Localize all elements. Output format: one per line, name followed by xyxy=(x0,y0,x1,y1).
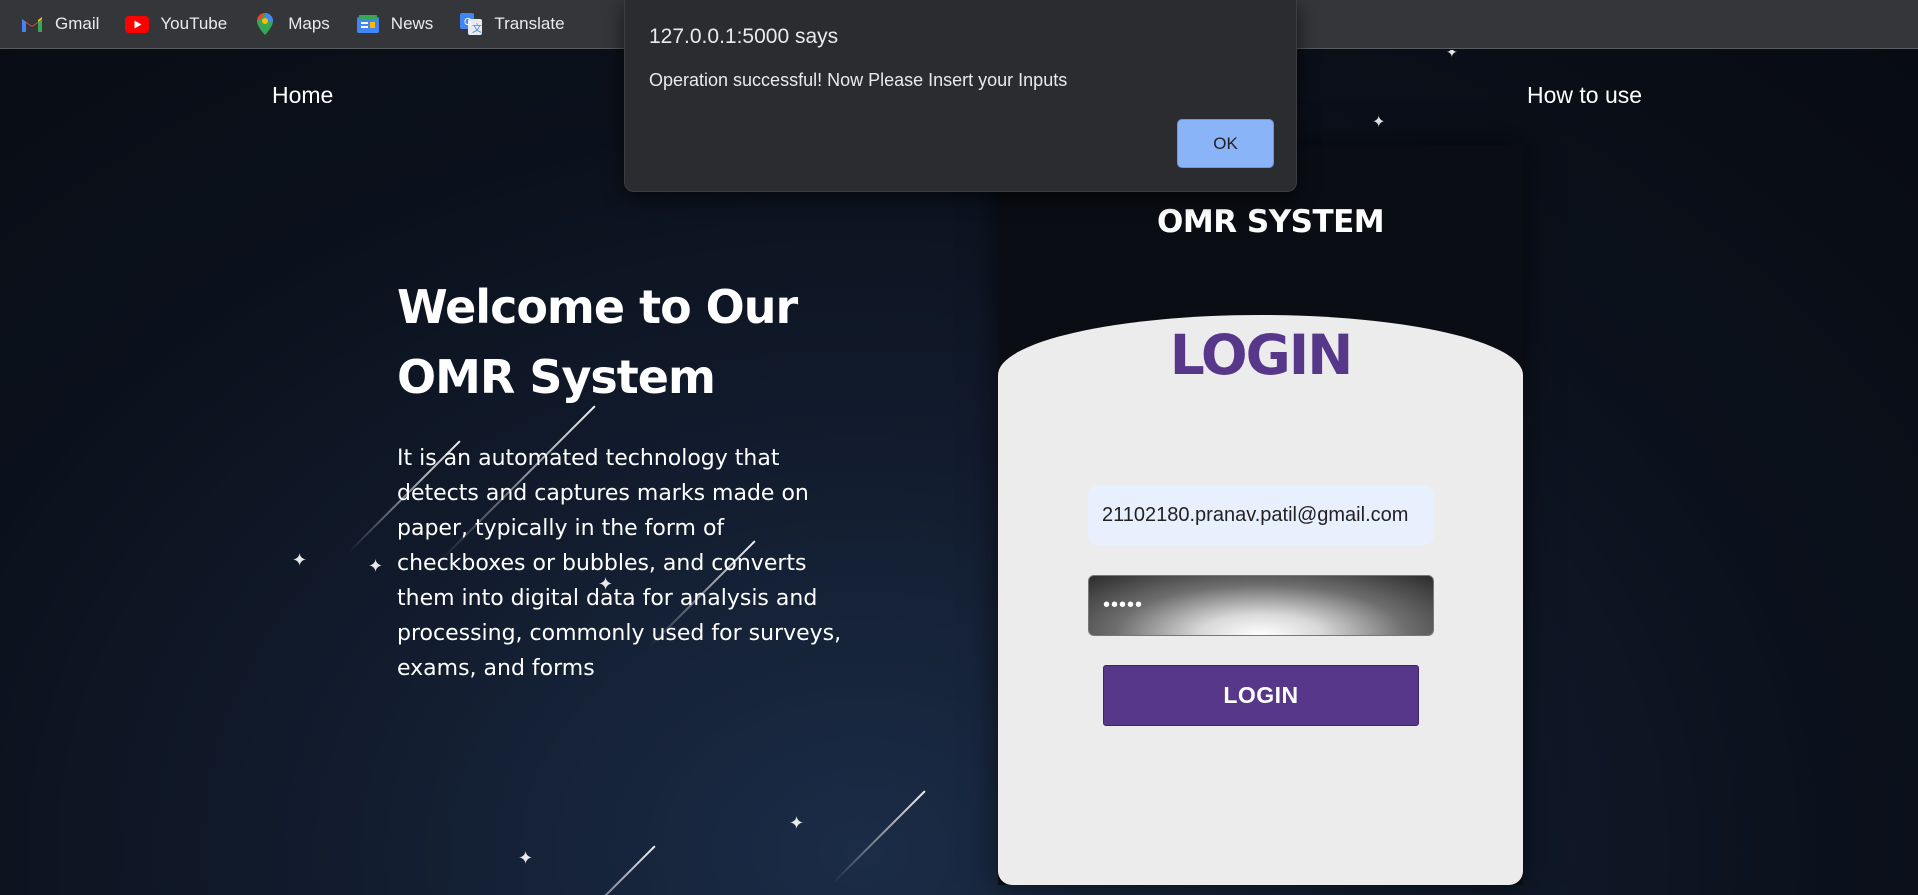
hero-description: It is an automated technology that detec… xyxy=(397,446,842,681)
panel-title: OMR SYSTEM xyxy=(1157,204,1385,240)
ok-button[interactable]: OK xyxy=(1177,119,1274,168)
svg-text:G: G xyxy=(464,17,472,28)
bookmark-news[interactable]: News xyxy=(356,13,434,35)
bookmark-label: Maps xyxy=(288,14,330,33)
news-icon xyxy=(356,13,380,35)
alert-origin: 127.0.0.1:5000 says xyxy=(649,25,839,48)
youtube-icon xyxy=(125,13,150,35)
gmail-icon xyxy=(20,13,44,35)
star-sparkle-icon: ✦ xyxy=(368,556,384,577)
bookmark-label: YouTube xyxy=(160,14,228,33)
login-button[interactable]: LOGIN xyxy=(1103,665,1419,726)
nav-home-link[interactable]: Home xyxy=(272,82,333,109)
alert-message: Operation successful! Now Please Insert … xyxy=(649,70,1068,90)
password-field[interactable] xyxy=(1088,575,1434,636)
alert-dialog: 127.0.0.1:5000 says Operation successful… xyxy=(624,0,1297,192)
star-sparkle-icon: ✦ xyxy=(518,848,534,869)
bookmark-label: Gmail xyxy=(55,14,100,33)
login-heading: LOGIN xyxy=(1169,323,1353,387)
bookmark-label: News xyxy=(390,14,434,33)
hero-title: Welcome to Our OMR System xyxy=(397,280,798,404)
star-sparkle-icon: ✦ xyxy=(789,813,805,834)
star-sparkle-icon: ✦ xyxy=(292,550,308,571)
bookmark-maps[interactable]: Maps xyxy=(253,13,330,35)
translate-icon: G文 xyxy=(459,13,483,35)
shooting-star-streak xyxy=(562,845,656,895)
maps-icon xyxy=(253,13,277,35)
bookmark-translate[interactable]: G文 Translate xyxy=(459,13,565,35)
nav-how-to-use-link[interactable]: How to use xyxy=(1527,82,1642,109)
shooting-star-streak xyxy=(832,790,926,884)
bookmark-gmail[interactable]: Gmail xyxy=(20,13,99,35)
email-field[interactable] xyxy=(1088,485,1434,545)
star-sparkle-icon: ✦ xyxy=(1372,112,1386,131)
star-sparkle-icon: ✦ xyxy=(1446,50,1458,61)
svg-text:文: 文 xyxy=(472,22,482,35)
bookmark-youtube[interactable]: YouTube xyxy=(125,13,227,35)
bookmark-label: Translate xyxy=(494,14,565,33)
